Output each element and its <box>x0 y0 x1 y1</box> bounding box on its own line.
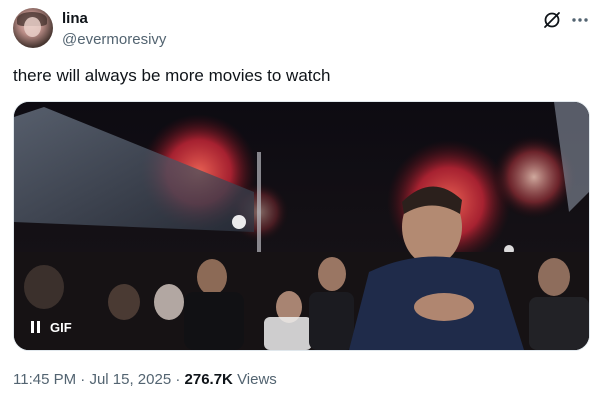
gif-frame <box>14 102 589 350</box>
meta-separator: · <box>80 371 86 388</box>
tweet-time[interactable]: 11:45 PM <box>13 371 76 388</box>
tweet-text: there will always be more movies to watc… <box>13 66 331 85</box>
gif-badge: GIF <box>50 319 72 335</box>
tweet-meta: 11:45 PM · Jul 15, 2025 · 276.7K Views <box>13 371 277 388</box>
avatar-face <box>24 17 41 37</box>
pause-icon[interactable] <box>31 321 41 333</box>
gif-controls: GIF <box>31 318 72 336</box>
more-options-icon[interactable] <box>570 10 590 30</box>
author-name[interactable]: lina <box>62 10 88 27</box>
tweet-date[interactable]: Jul 15, 2025 <box>89 371 171 388</box>
meta-separator: · <box>175 371 181 388</box>
gif-media[interactable] <box>13 101 590 351</box>
grok-icon[interactable] <box>542 10 562 30</box>
avatar[interactable] <box>13 8 53 48</box>
views-count[interactable]: 276.7K <box>185 371 233 388</box>
author-handle[interactable]: @evermoresivy <box>62 31 166 48</box>
views-label: Views <box>237 371 277 388</box>
